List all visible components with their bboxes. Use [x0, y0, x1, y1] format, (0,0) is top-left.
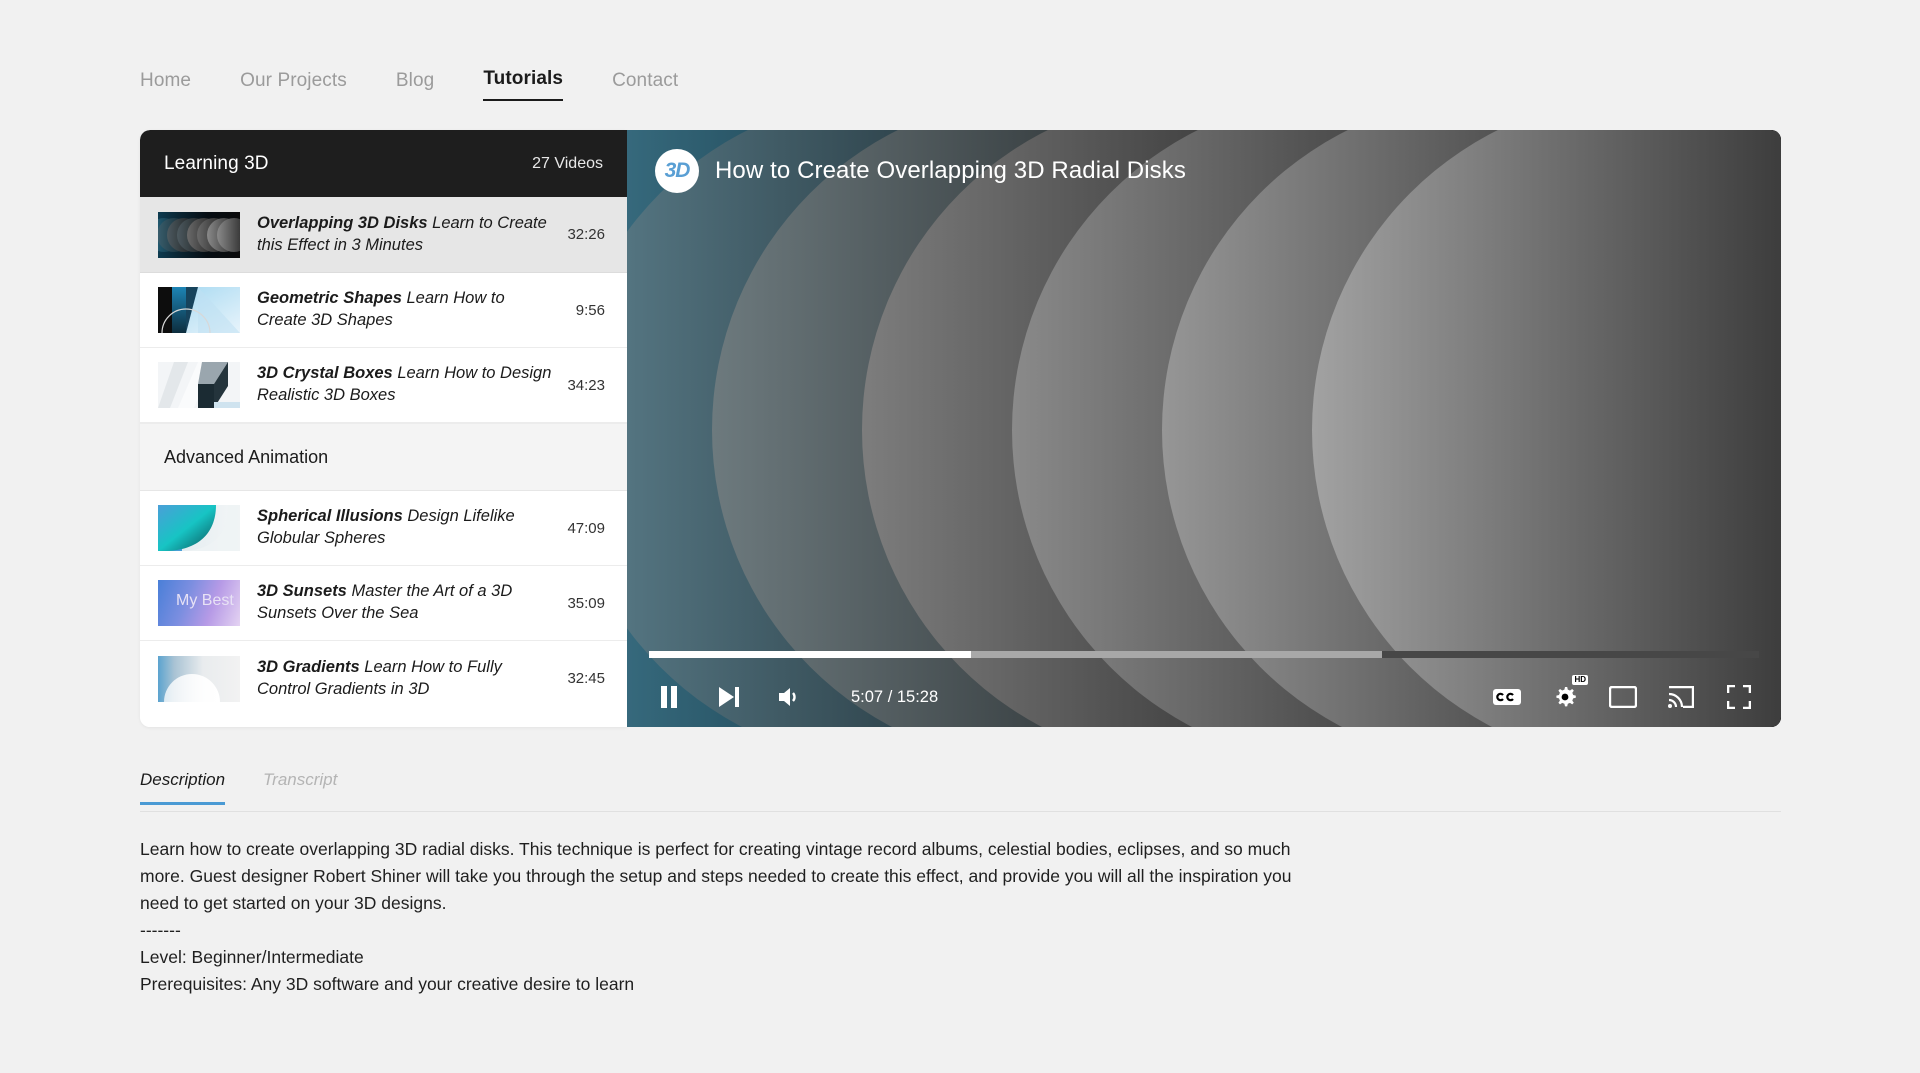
description-panel: Learn how to create overlapping 3D radia…: [140, 836, 1320, 998]
settings-hd-icon[interactable]: HD: [1545, 677, 1585, 717]
video-title: How to Create Overlapping 3D Radial Disk…: [715, 157, 1186, 185]
list-item-duration: 34:23: [561, 377, 605, 394]
tab-transcript[interactable]: Transcript: [263, 770, 337, 802]
overlapping-disks-thumb: [158, 212, 240, 258]
cast-icon[interactable]: [1661, 677, 1701, 717]
playlist-scroll-area[interactable]: Overlapping 3D Disks Learn to Create thi…: [140, 197, 627, 727]
crystal-boxes-thumb: [158, 362, 240, 408]
playlist-section-header: Advanced Animation: [140, 423, 627, 491]
description-level: Level: Beginner/Intermediate: [140, 944, 1320, 971]
progress-played: [649, 651, 971, 658]
video-player[interactable]: 3D How to Create Overlapping 3D Radial D…: [627, 130, 1781, 727]
captions-icon[interactable]: [1487, 677, 1527, 717]
time-display: 5:07 / 15:28: [851, 688, 938, 707]
next-icon[interactable]: [709, 677, 749, 717]
controls-row: 5:07 / 15:28: [649, 673, 1759, 721]
volume-icon[interactable]: [769, 677, 809, 717]
sunsets-thumb: My Best: [158, 580, 240, 626]
geometric-shapes-thumb: [158, 287, 240, 333]
playlist-header: Learning 3D 27 Videos: [140, 130, 627, 197]
nav-item-contact[interactable]: Contact: [612, 70, 678, 101]
description-divider: -------: [140, 917, 1320, 944]
playlist-video-count: 27 Videos: [532, 155, 603, 173]
list-item-title: Overlapping 3D Disks: [257, 214, 428, 232]
list-item-duration: 47:09: [561, 520, 605, 537]
video-controls-bar: 5:07 / 15:28: [627, 637, 1781, 727]
list-item-text: 3D Crystal Boxes Learn How to Design Rea…: [257, 363, 561, 407]
tutorial-stage: Learning 3D 27 Videos: [140, 130, 1781, 727]
list-item-text: 3D Sunsets Master the Art of a 3D Sunset…: [257, 581, 561, 625]
nav-item-tutorials[interactable]: Tutorials: [483, 68, 563, 101]
list-item-title: Spherical Illusions: [257, 507, 403, 525]
list-item-text: Overlapping 3D Disks Learn to Create thi…: [257, 213, 561, 257]
list-item-duration: 32:26: [561, 226, 605, 243]
gradients-thumb: [158, 656, 240, 702]
list-item-duration: 32:45: [561, 670, 605, 687]
tab-description[interactable]: Description: [140, 770, 225, 805]
list-item-title: 3D Crystal Boxes: [257, 364, 393, 382]
list-item-text: Spherical Illusions Design Lifelike Glob…: [257, 506, 561, 550]
pause-icon[interactable]: [649, 677, 689, 717]
playlist-panel: Learning 3D 27 Videos: [140, 130, 627, 727]
nav-item-our-projects[interactable]: Our Projects: [240, 70, 347, 101]
video-topbar: 3D How to Create Overlapping 3D Radial D…: [627, 130, 1781, 212]
list-item-title: 3D Sunsets: [257, 582, 347, 600]
fullscreen-icon[interactable]: [1719, 677, 1759, 717]
list-item-title: 3D Gradients: [257, 658, 360, 676]
settings-hd-badge: HD: [1572, 675, 1588, 685]
list-item-title: Geometric Shapes: [257, 289, 402, 307]
playlist-title: Learning 3D: [164, 153, 269, 175]
spherical-illusions-thumb: [158, 505, 240, 551]
description-paragraph: Learn how to create overlapping 3D radia…: [140, 836, 1320, 917]
list-item-text: Geometric Shapes Learn How to Create 3D …: [257, 288, 561, 332]
controls-right-group: HD: [1487, 677, 1759, 717]
nav-item-blog[interactable]: Blog: [396, 70, 434, 101]
list-item[interactable]: Overlapping 3D Disks Learn to Create thi…: [140, 197, 627, 273]
list-item-duration: 35:09: [561, 595, 605, 612]
list-item-duration: 9:56: [561, 302, 605, 319]
description-prerequisites: Prerequisites: Any 3D software and your …: [140, 971, 1320, 998]
progress-bar[interactable]: [649, 651, 1759, 658]
nav-item-home[interactable]: Home: [140, 70, 191, 101]
content-tabs: Description Transcript: [140, 770, 1781, 812]
brand-3d-logo: 3D: [655, 149, 699, 193]
main-navigation: Home Our Projects Blog Tutorials Contact: [140, 68, 727, 101]
miniplayer-icon[interactable]: [1603, 677, 1643, 717]
list-item[interactable]: Geometric Shapes Learn How to Create 3D …: [140, 273, 627, 348]
list-item-text: 3D Gradients Learn How to Fully Control …: [257, 657, 561, 701]
list-item[interactable]: 3D Gradients Learn How to Fully Control …: [140, 641, 627, 716]
list-item[interactable]: 3D Crystal Boxes Learn How to Design Rea…: [140, 348, 627, 423]
list-item[interactable]: Spherical Illusions Design Lifelike Glob…: [140, 491, 627, 566]
progress-buffered: [971, 651, 1382, 658]
sunsets-thumb-overlay-text: My Best: [176, 592, 234, 610]
list-item[interactable]: My Best 3D Sunsets Master the Art of a 3…: [140, 566, 627, 641]
